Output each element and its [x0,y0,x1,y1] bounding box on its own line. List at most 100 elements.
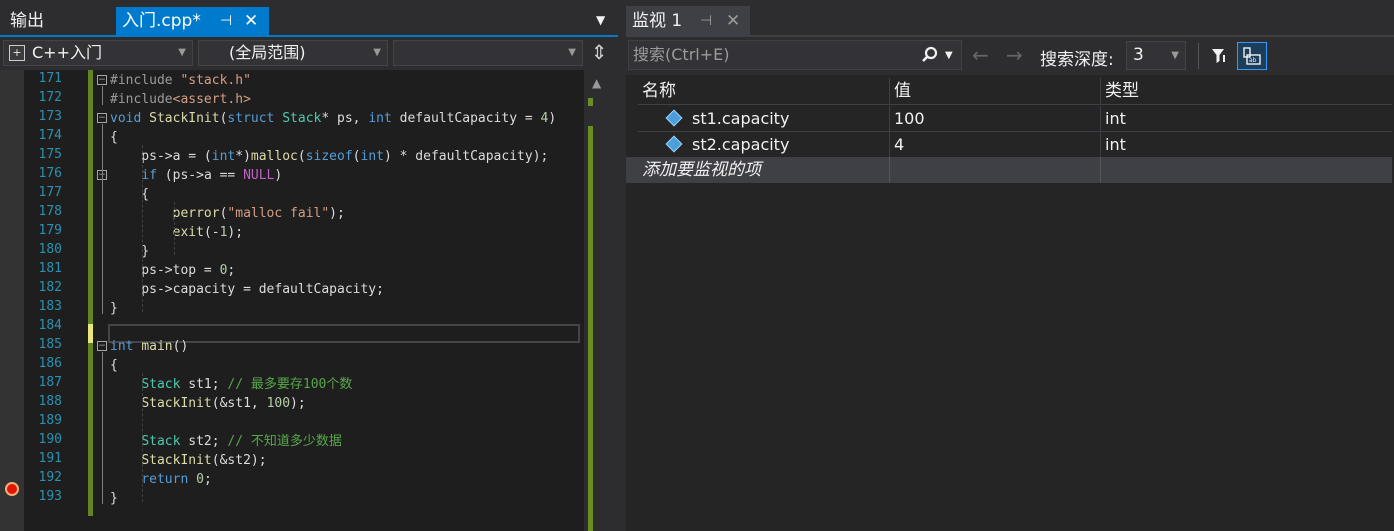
line-number: 187 [38,375,62,390]
watch-search-input[interactable]: 搜索(Ctrl+E) ▼ [628,40,962,70]
code-area[interactable]: − #include "stack.h" #include<assert.h> − vo… [96,70,582,531]
tab-output[interactable]: 输出 [0,7,54,35]
column-header-type[interactable]: 类型 [1101,78,1392,104]
line-number: 193 [38,489,62,504]
split-window-icon[interactable]: ⇕ [588,40,610,66]
code-line[interactable]: void StackInit(struct Stack* ps, int def… [110,109,556,128]
watch-type-cell: int [1105,135,1126,154]
fold-toggle-icon[interactable]: − [97,75,107,85]
code-line[interactable]: perror("malloc fail"); [110,204,345,223]
code-line[interactable]: { [110,185,149,204]
code-line[interactable]: return 0; [110,470,211,489]
table-row[interactable]: st2.capacity 4 int [638,132,1392,158]
code-line[interactable]: #include "stack.h" [110,71,251,90]
code-editor[interactable]: 171 172 173 174 175 176 177 178 179 180 181 182 183 1… [0,70,618,531]
line-number: 185 [38,337,62,352]
close-icon[interactable]: ✕ [726,6,740,36]
code-line[interactable]: } [110,299,118,318]
search-options-dropdown-icon[interactable]: ▼ [945,42,953,70]
editor-pane: 输出 入门.cpp* ⊣ ✕ ▼ + C++入门 ▼ (全局范围) ▼ ▼ ⇕ … [0,0,618,531]
navigation-bar: + C++入门 ▼ (全局范围) ▼ ▼ ⇕ [0,37,618,69]
watch-grid: 名称 值 类型 st1.capacity 100 int st2.capacit… [626,78,1392,186]
project-combo-value: C++入门 [32,43,102,62]
search-depth-label: 搜索深度: [1040,50,1114,70]
chevron-down-icon: ▼ [1171,50,1179,61]
chevron-down-icon: ▼ [373,47,381,58]
line-number: 174 [38,128,62,143]
code-line[interactable]: } [110,242,149,261]
watch-value-cell[interactable]: 4 [890,132,1101,157]
table-row[interactable]: st1.capacity 100 int [638,106,1392,132]
code-line[interactable]: #include<assert.h> [110,90,251,109]
scroll-change-marker [588,98,593,106]
line-number: 171 [38,71,62,86]
fold-toggle-icon[interactable]: − [97,341,107,351]
watch-name-cell[interactable]: st1.capacity [638,106,890,131]
line-number: 173 [38,109,62,124]
vertical-scrollbar[interactable]: ▲ [584,70,618,531]
column-header-name[interactable]: 名称 [638,78,890,104]
code-line[interactable]: exit(-1); [110,223,243,242]
scroll-change-marker [588,220,593,531]
code-line[interactable]: ps->capacity = defaultCapacity; [110,280,384,299]
forward-arrow-icon[interactable]: → [1006,44,1023,66]
toolbar-separator [1198,43,1199,69]
chevron-down-icon: ▼ [178,47,186,58]
pin-icon[interactable]: ⊣ [220,7,232,35]
search-depth-value: 3 [1133,45,1144,65]
scope-combo-value: (全局范围) [229,43,306,62]
watch-tab-strip: 监视 1 ⊣ ✕ [626,0,1394,37]
pin-icon[interactable]: ⊣ [700,6,712,36]
ide-window: 输出 入门.cpp* ⊣ ✕ ▼ + C++入门 ▼ (全局范围) ▼ ▼ ⇕ … [0,0,1394,531]
code-line[interactable]: { [110,128,118,147]
watch-value-cell[interactable]: 100 [890,106,1101,131]
glyph-margin[interactable] [0,70,24,531]
watch-name-cell[interactable]: st2.capacity [638,132,890,157]
code-line[interactable]: Stack st1; // 最多要存100个数 [110,375,352,394]
column-header-value[interactable]: 值 [890,78,1101,104]
line-number: 188 [38,394,62,409]
code-line[interactable]: } [110,489,118,508]
scope-combo[interactable]: (全局范围) ▼ [198,40,388,66]
fold-toggle-icon[interactable]: − [97,113,107,123]
back-arrow-icon[interactable]: ← [972,44,989,66]
line-number: 180 [38,242,62,257]
line-number: 178 [38,204,62,219]
indent-guide [174,202,175,255]
tab-active-file[interactable]: 入门.cpp* ⊣ ✕ [116,7,269,35]
code-line[interactable]: Stack st2; // 不知道多少数据 [110,432,342,451]
code-line[interactable]: StackInit(&st1, 100); [110,394,305,413]
pane-splitter[interactable] [618,0,626,531]
hex-display-icon[interactable]: ab [1237,42,1267,70]
code-line[interactable]: ps->top = 0; [110,261,235,280]
tab-watch-1[interactable]: 监视 1 ⊣ ✕ [626,6,750,36]
watch-toolbar: 搜索(Ctrl+E) ▼ ← → 搜索深度: 3 ▼ ab [626,37,1394,75]
line-number: 179 [38,223,62,238]
project-combo[interactable]: + C++入门 ▼ [3,40,193,66]
filter-icon[interactable] [1204,42,1234,70]
fold-outline [102,86,103,105]
line-number: 172 [38,90,62,105]
code-line[interactable]: StackInit(&st2); [110,451,266,470]
member-combo[interactable]: ▼ [393,40,583,66]
code-line[interactable]: if (ps->a == NULL) [110,166,282,185]
add-watch-placeholder[interactable]: 添加要监视的项 [638,157,890,183]
line-number: 190 [38,432,62,447]
line-number-gutter: 171 172 173 174 175 176 177 178 179 180 181 182 183 1… [24,70,88,531]
indent-guide [142,145,143,312]
watch-tab-label: 监视 1 [632,11,683,31]
breakpoint-icon[interactable] [5,482,19,496]
code-line[interactable]: { [110,356,118,375]
line-number: 176 [38,166,62,181]
search-depth-combo[interactable]: 3 ▼ [1126,41,1186,70]
close-icon[interactable]: ✕ [244,7,258,35]
scroll-up-arrow-icon[interactable]: ▲ [592,76,601,90]
code-line[interactable]: ps->a = (int*)malloc(sizeof(int) * defau… [110,147,548,166]
code-line[interactable]: int main() [110,337,188,356]
line-number: 186 [38,356,62,371]
svg-text:ab: ab [1249,57,1257,64]
line-number: 189 [38,413,62,428]
tab-list-dropdown-icon[interactable]: ▼ [596,13,605,27]
search-icon[interactable] [921,41,939,73]
add-watch-row[interactable]: 添加要监视的项 [626,157,1392,183]
